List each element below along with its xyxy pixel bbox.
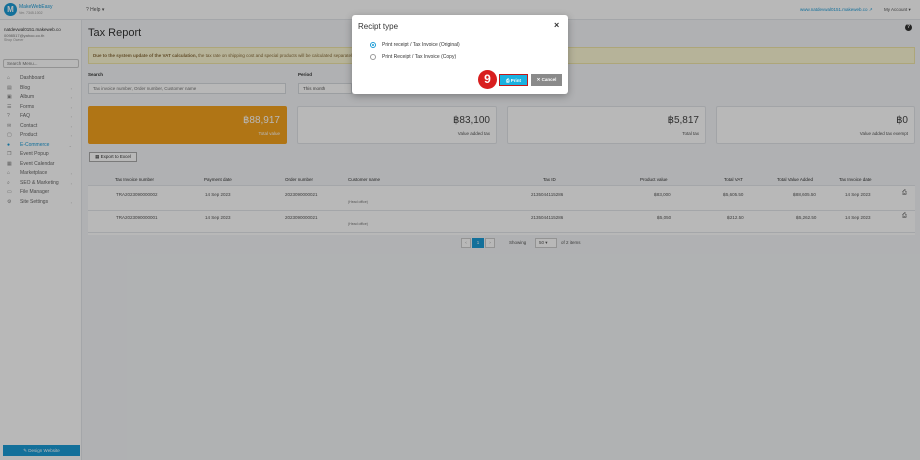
print-label: Print — [510, 77, 522, 83]
option-original-label[interactable]: Print receipt / Tax Invoice (Original) — [382, 42, 460, 48]
radio-original[interactable] — [370, 42, 376, 48]
step-number-badge: 9 — [478, 70, 497, 89]
print-button[interactable]: ⎙ Print — [498, 73, 529, 87]
option-copy-label[interactable]: Print Receipt / Tax Invoice (Copy) — [382, 54, 456, 60]
modal-title: Recipt type — [358, 22, 399, 31]
radio-copy[interactable] — [370, 54, 376, 60]
cancel-button[interactable]: ✕ Cancel — [531, 74, 562, 86]
cancel-label: Cancel — [541, 77, 557, 82]
close-icon[interactable]: × — [554, 20, 559, 30]
